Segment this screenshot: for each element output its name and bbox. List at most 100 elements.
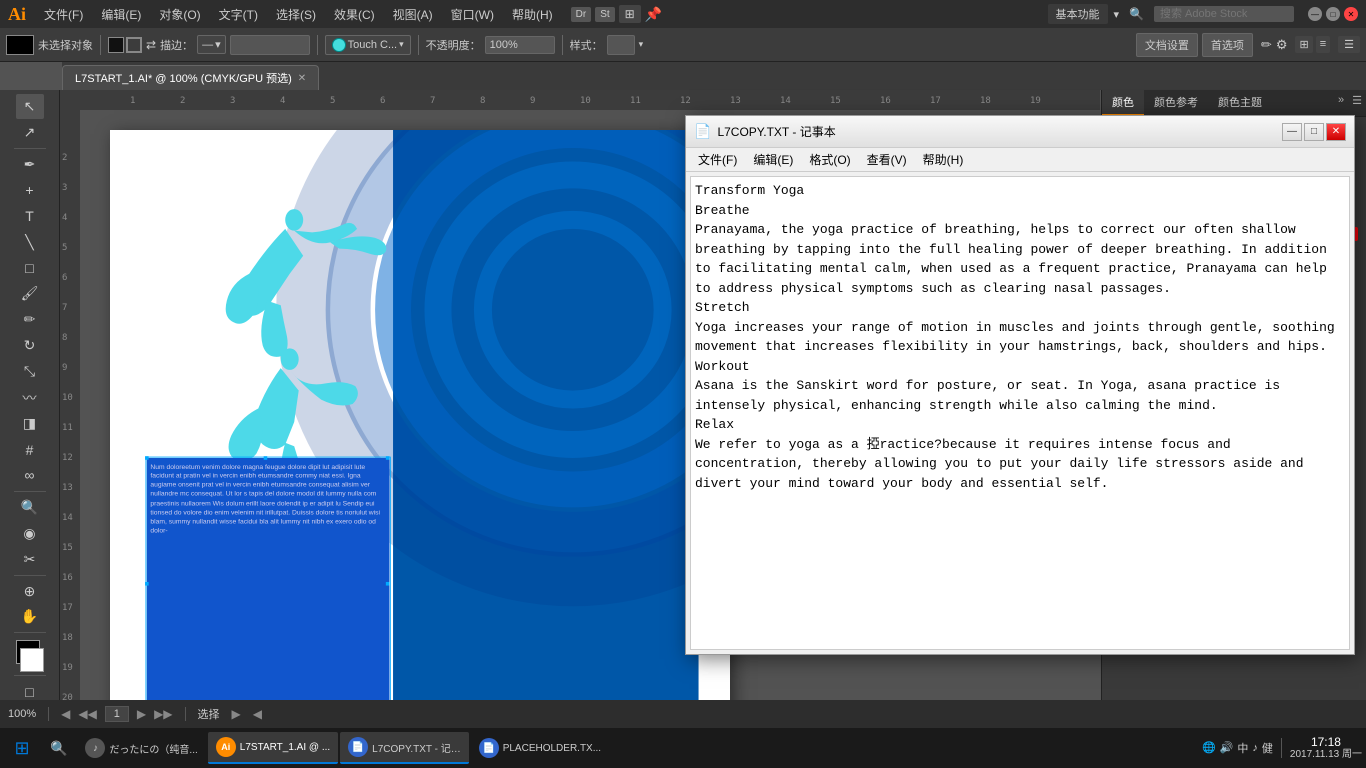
menu-effect[interactable]: 效果(C) [326,4,383,25]
input-extra[interactable]: ♪ [1252,742,1258,754]
cn-input-icon[interactable]: 中 [1237,740,1248,756]
style-swatch[interactable] [607,35,635,55]
panel-tab-color[interactable]: 颜色 [1102,90,1144,116]
minimize-btn[interactable]: — [1308,7,1322,21]
start-button[interactable]: ⊞ [4,730,40,766]
notepad-textarea[interactable]: Transform Yoga Breathe Pranayama, the yo… [690,176,1350,650]
settings-icon[interactable]: ⚙ [1276,37,1288,53]
taskbar-app-notepad[interactable]: 📄 L7COPY.TXT - 记… [340,732,469,764]
np-menu-help[interactable]: 帮助(H) [915,149,972,170]
page-input[interactable] [105,706,129,722]
maximize-btn[interactable]: □ [1326,7,1340,21]
tab-close-btn[interactable]: ✕ [298,73,306,84]
rotate-tool[interactable]: ↻ [16,333,44,358]
menu-type[interactable]: 文字(T) [211,4,266,25]
menu-file[interactable]: 文件(F) [36,4,91,25]
page-end-btn[interactable]: ▶▶ [154,707,172,721]
menu-select[interactable]: 选择(S) [268,4,324,25]
type-tool[interactable]: T [16,204,44,229]
notepad-maximize[interactable]: □ [1304,123,1324,141]
gradient-tool[interactable]: ◨ [16,411,44,436]
taskbar-clock[interactable]: 17:18 2017.11.13 周一 [1290,735,1362,761]
svg-text:11: 11 [630,96,641,106]
prev-page-btn[interactable]: ◀ [61,707,70,721]
hand-tool[interactable]: ✋ [16,604,44,629]
blend-tool[interactable]: ∞ [16,463,44,488]
np-menu-view[interactable]: 查看(V) [859,149,915,170]
swap-icon[interactable]: ⇄ [146,38,156,52]
rect-tool[interactable]: □ [16,256,44,281]
np-menu-format[interactable]: 格式(O) [801,149,858,170]
panel-expand-btn[interactable]: » [1334,90,1348,116]
pencil-tool[interactable]: ✏ [16,307,44,332]
panel-menu-btn[interactable]: ☰ [1348,90,1366,116]
menu-window[interactable]: 窗口(W) [443,4,502,25]
doc-tab-filename: L7START_1.AI* @ 100% (CMYK/GPU 预选) [75,70,292,86]
touch-dropdown[interactable]: Touch C... ▾ [325,35,411,55]
notepad-content-area[interactable]: Transform Yoga Breathe Pranayama, the yo… [686,172,1354,654]
status-back[interactable]: ◀ [253,707,262,721]
opacity-input[interactable] [485,36,555,54]
line-tool[interactable]: ╲ [16,230,44,255]
taskbar-app-ai[interactable]: Ai L7START_1.AI @ ... [208,732,338,764]
stroke-color[interactable] [126,37,142,53]
np-menu-file[interactable]: 文件(F) [690,149,745,170]
pen-tool-icon[interactable]: ✏ [1261,37,1272,53]
page-start-btn[interactable]: ◀◀ [78,707,96,721]
style-arrow[interactable]: ▾ [639,39,644,50]
doc-tab-active[interactable]: L7START_1.AI* @ 100% (CMYK/GPU 预选) ✕ [62,65,319,90]
menu-view[interactable]: 视图(A) [385,4,441,25]
close-btn[interactable]: ✕ [1344,7,1358,21]
paintbucket-tool[interactable]: ◉ [16,521,44,546]
sep4 [562,35,563,55]
menu-object[interactable]: 对象(O) [151,4,208,25]
mesh-tool[interactable]: # [16,437,44,462]
menu-help[interactable]: 帮助(H) [504,4,561,25]
search-taskbar-btn[interactable]: 🔍 [42,732,75,764]
taskbar-app-music[interactable]: ♪ だったにの（纯音... [77,732,205,764]
direct-selection-tool[interactable]: ↗ [16,120,44,145]
selection-swatch[interactable] [6,35,34,55]
fill-color[interactable] [108,37,124,53]
taskbar-app-placeholder[interactable]: 📄 PLACEHOLDER.TX... [471,732,609,764]
stroke-weight-dropdown[interactable]: — ▾ [197,35,226,54]
document-canvas[interactable]: Num doloreetum venim dolore magna feugue… [110,130,730,730]
menu-edit[interactable]: 编辑(E) [93,4,149,25]
grid-icon[interactable]: ⊞ [619,5,641,23]
selection-tool[interactable]: ↖ [16,94,44,119]
paintbrush-tool[interactable]: 🖌 [16,281,44,306]
background-color[interactable] [20,648,44,672]
np-menu-edit[interactable]: 编辑(E) [745,149,801,170]
panel-tab-color-theme[interactable]: 颜色主题 [1208,90,1272,116]
pin-icon[interactable]: 📌 [645,6,662,23]
scale-tool[interactable]: ⤡ [16,359,44,384]
svg-text:10: 10 [62,393,73,403]
notepad-close[interactable]: ✕ [1326,123,1346,141]
workspace-btn[interactable]: 基本功能 [1048,4,1108,24]
add-anchor-tool[interactable]: + [16,178,44,203]
notepad-minimize[interactable]: — [1282,123,1302,141]
panel-icon-1[interactable]: ⊞ [1295,36,1312,53]
volume-icon[interactable]: 🔊 [1220,741,1234,754]
preferences-btn[interactable]: 首选项 [1202,33,1253,57]
status-arrow[interactable]: ▶ [232,707,241,721]
svg-text:18: 18 [980,96,991,106]
panel-icon-2[interactable]: ≡ [1316,36,1330,53]
eyedropper-tool[interactable]: 🔍 [16,495,44,520]
fill-swatch-bar[interactable] [230,35,310,55]
network-icon[interactable]: 🌐 [1202,741,1216,754]
pen-tool[interactable]: ✒ [16,152,44,177]
zoom-tool[interactable]: ⊕ [16,579,44,604]
input-health[interactable]: 健 [1262,740,1273,756]
color-swatches[interactable] [12,640,48,672]
search-input[interactable] [1154,6,1294,22]
panel-tab-color-ref[interactable]: 颜色参考 [1144,90,1208,116]
warp-tool[interactable]: 〰 [16,385,44,410]
scissors-tool[interactable]: ✂ [16,547,44,572]
notepad-window[interactable]: 📄 L7COPY.TXT - 记事本 — □ ✕ 文件(F) 编辑(E) 格式(… [685,115,1355,655]
dr-icon[interactable]: Dr [571,7,592,22]
next-page-btn[interactable]: ▶ [137,707,146,721]
hamburger-menu[interactable]: ☰ [1338,36,1360,53]
st-icon[interactable]: St [595,7,614,22]
doc-settings-btn[interactable]: 文档设置 [1136,33,1198,57]
